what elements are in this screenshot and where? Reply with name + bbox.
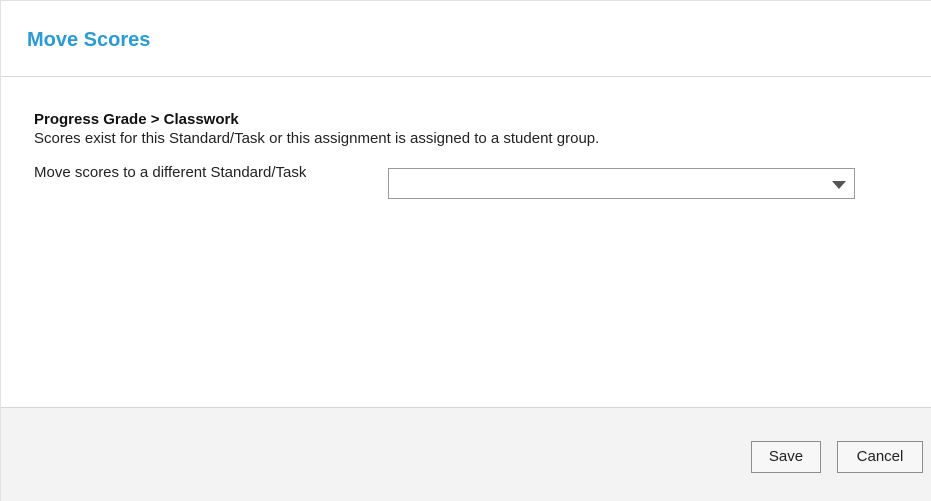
chevron-down-icon[interactable]: [832, 181, 846, 189]
dialog-title: Move Scores: [27, 29, 151, 51]
dialog-header: Move Scores: [1, 1, 931, 77]
cancel-button[interactable]: Cancel: [837, 441, 923, 473]
standard-task-select[interactable]: [388, 168, 855, 199]
move-scores-dialog: Move Scores Progress Grade > Classwork S…: [0, 0, 931, 501]
breadcrumb: Progress Grade > Classwork: [34, 111, 239, 128]
move-scores-label: Move scores to a different Standard/Task: [34, 164, 307, 181]
save-button[interactable]: Save: [751, 441, 821, 473]
dialog-footer: Save Cancel: [1, 407, 931, 501]
dialog-body: Progress Grade > Classwork Scores exist …: [1, 78, 931, 407]
info-message: Scores exist for this Standard/Task or t…: [34, 130, 600, 147]
